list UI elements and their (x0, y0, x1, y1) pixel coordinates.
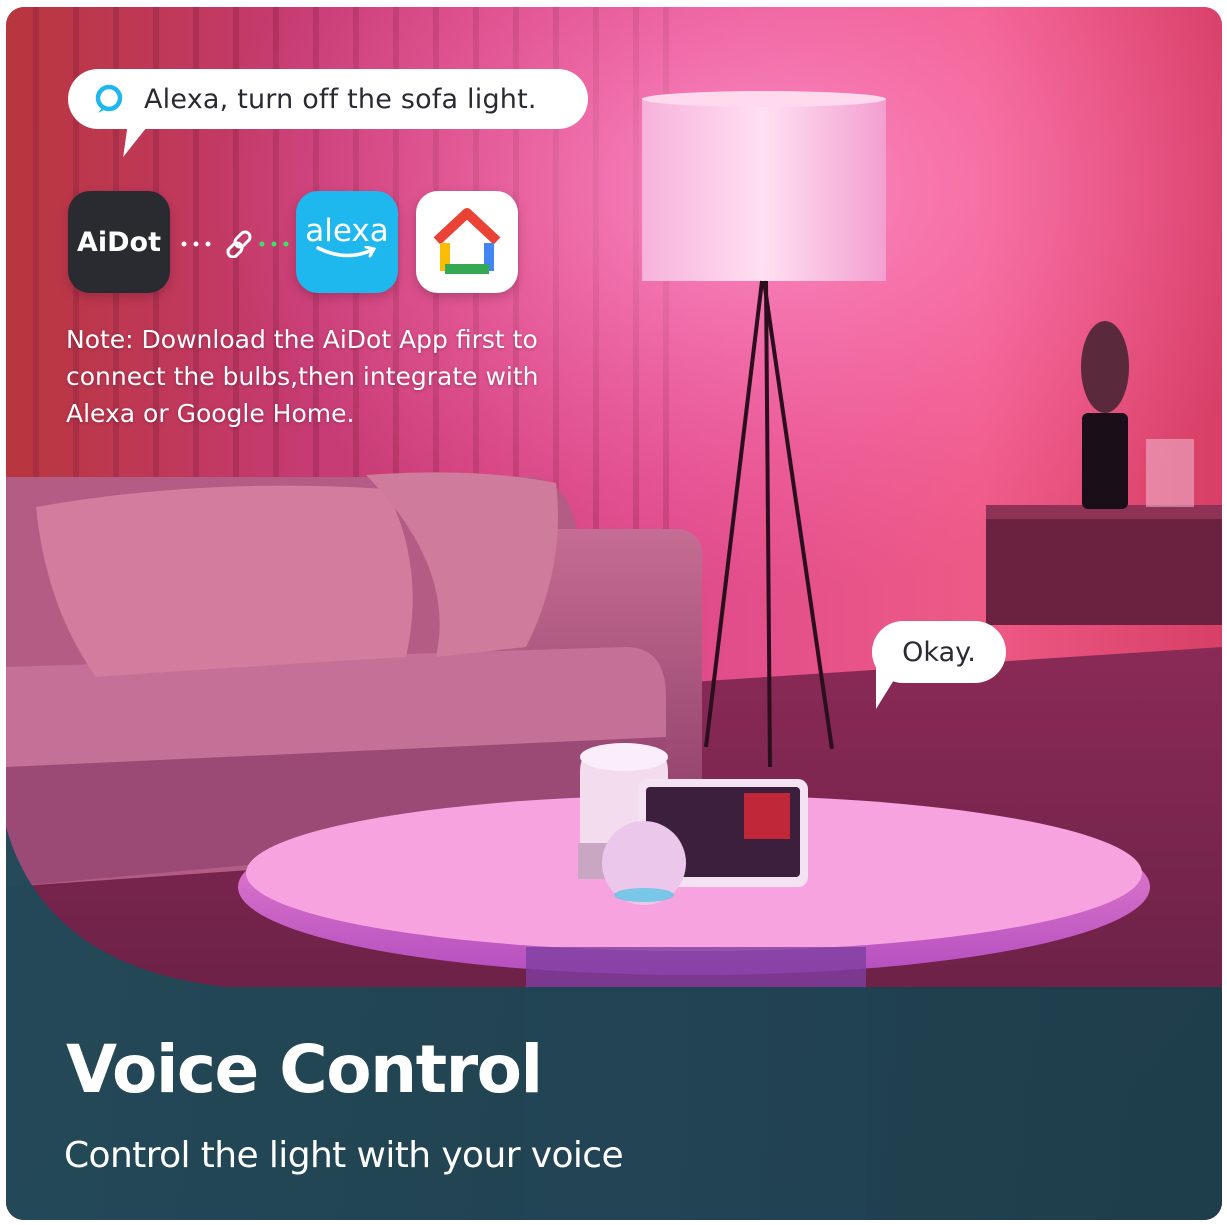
subheadline: Control the light with your voice (64, 1135, 624, 1176)
alexa-prompt-bubble: Alexa, turn off the sofa light. (68, 69, 588, 157)
alexa-reply-text: Okay. (902, 636, 976, 668)
aidot-app-tile: AiDot (68, 191, 170, 293)
aidot-logo-text: AiDot (76, 226, 162, 258)
alexa-reply-bubble: Okay. (872, 621, 1006, 709)
alexa-prompt-text: Alexa, turn off the sofa light. (144, 83, 537, 115)
link-icon (226, 230, 252, 258)
alexa-app-tile: alexa (296, 191, 398, 293)
bubble-tail (876, 667, 902, 709)
product-banner: Alexa, turn off the sofa light. AiDot al… (6, 7, 1222, 1220)
link-connector (181, 230, 289, 258)
alexa-ring-icon (94, 84, 124, 114)
google-home-app-tile (416, 191, 518, 293)
alexa-smile-icon (316, 246, 377, 258)
setup-note: Note: Download the AiDot App first to co… (66, 325, 539, 428)
headline: Voice Control (66, 1031, 543, 1108)
google-home-icon (433, 208, 501, 274)
alexa-logo-text: alexa (305, 213, 389, 249)
